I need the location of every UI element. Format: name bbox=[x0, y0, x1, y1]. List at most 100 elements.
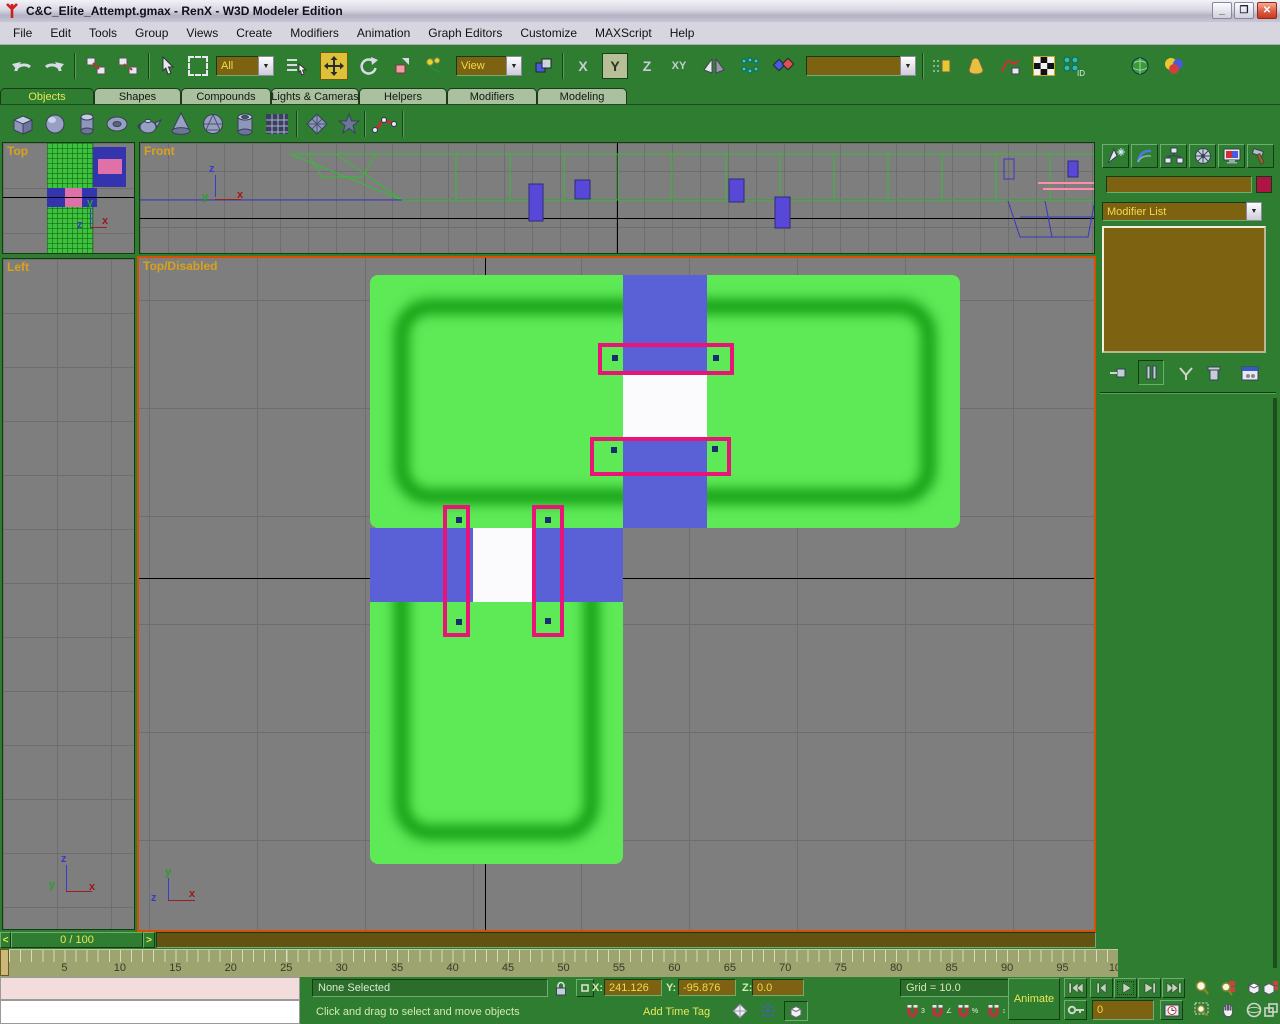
menu-help[interactable]: Help bbox=[661, 22, 704, 44]
track-view-icon[interactable] bbox=[962, 52, 990, 80]
cylinder-icon[interactable] bbox=[72, 109, 102, 139]
object-name-field[interactable] bbox=[1106, 176, 1252, 193]
axis-y-button[interactable]: Y bbox=[602, 53, 628, 79]
hierarchy-tab-icon[interactable] bbox=[1160, 144, 1187, 168]
chevron-down-icon[interactable]: ▼ bbox=[506, 56, 522, 76]
lock-selection-icon[interactable] bbox=[552, 979, 570, 997]
create-tab-icon[interactable] bbox=[1102, 144, 1129, 168]
tab-shapes[interactable]: Shapes bbox=[94, 88, 181, 104]
tab-modeling[interactable]: Modeling bbox=[537, 88, 627, 104]
viewport-top-label[interactable]: Top bbox=[7, 144, 28, 158]
close-button[interactable]: ✕ bbox=[1257, 2, 1277, 19]
chevron-down-icon[interactable]: ▼ bbox=[900, 56, 916, 76]
show-end-result-icon[interactable] bbox=[1138, 360, 1164, 385]
manipulate-icon[interactable] bbox=[420, 52, 448, 80]
play-button[interactable] bbox=[1114, 978, 1137, 998]
modifier-list-dropdown[interactable]: Modifier List ▼ bbox=[1102, 202, 1262, 221]
curve-editor-icon[interactable] bbox=[928, 52, 956, 80]
min-max-toggle-icon[interactable] bbox=[1262, 1000, 1280, 1020]
vertex[interactable] bbox=[612, 355, 618, 361]
box-icon[interactable] bbox=[8, 109, 38, 139]
menu-file[interactable]: File bbox=[4, 22, 41, 44]
teapot-icon[interactable] bbox=[134, 109, 164, 139]
chevron-down-icon[interactable]: ▼ bbox=[1246, 202, 1262, 221]
modify-tab-icon[interactable] bbox=[1131, 144, 1158, 168]
geosphere-icon[interactable] bbox=[198, 109, 228, 139]
time-slider[interactable]: 0 / 100 bbox=[11, 932, 143, 948]
time-config-icon[interactable] bbox=[1160, 1000, 1183, 1020]
ringwave-icon[interactable] bbox=[334, 109, 364, 139]
scale-icon[interactable] bbox=[388, 52, 416, 80]
material-editor-icon[interactable] bbox=[1030, 52, 1058, 80]
vertex[interactable] bbox=[712, 446, 718, 452]
menu-edit[interactable]: Edit bbox=[41, 22, 80, 44]
redo-icon[interactable] bbox=[40, 52, 68, 80]
sphere-icon[interactable] bbox=[40, 109, 70, 139]
tab-objects[interactable]: Objects bbox=[0, 88, 94, 104]
named-selection-dropdown[interactable]: ▼ bbox=[806, 56, 916, 76]
tab-compounds[interactable]: Compounds bbox=[181, 88, 271, 104]
axis-x-button[interactable]: X bbox=[570, 53, 596, 79]
set-key-icon[interactable] bbox=[1064, 1000, 1087, 1020]
track-bar-thumb[interactable] bbox=[0, 949, 9, 976]
tube-icon[interactable] bbox=[230, 109, 260, 139]
minimize-button[interactable]: _ bbox=[1212, 2, 1232, 19]
unlink-icon[interactable] bbox=[114, 52, 142, 80]
maxscript-listener-pink[interactable] bbox=[0, 977, 300, 1000]
viewport-front[interactable]: Front z y x bbox=[139, 142, 1095, 254]
restore-button[interactable]: ❐ bbox=[1234, 2, 1254, 19]
material-id-icon[interactable]: ID bbox=[1060, 52, 1088, 80]
move-icon[interactable] bbox=[320, 52, 348, 80]
schematic-view-icon[interactable] bbox=[996, 52, 1024, 80]
reference-coordinate-dropdown[interactable]: View ▼ bbox=[456, 56, 522, 76]
selection-rect[interactable] bbox=[443, 505, 470, 637]
selection-rect[interactable] bbox=[590, 437, 731, 476]
selection-filter-dropdown[interactable]: All ▼ bbox=[216, 56, 274, 76]
undo-icon[interactable] bbox=[8, 52, 36, 80]
chevron-down-icon[interactable]: ▼ bbox=[258, 56, 274, 76]
add-time-tag[interactable]: Add Time Tag bbox=[643, 1006, 710, 1018]
vertex[interactable] bbox=[713, 355, 719, 361]
go-to-end-button[interactable] bbox=[1162, 978, 1185, 998]
vertex[interactable] bbox=[545, 517, 551, 523]
tab-modifiers[interactable]: Modifiers bbox=[447, 88, 537, 104]
axis-xy-button[interactable]: XY bbox=[666, 53, 692, 79]
octahedron-icon[interactable] bbox=[728, 1001, 752, 1021]
road-white-section[interactable] bbox=[623, 374, 707, 438]
vertex[interactable] bbox=[456, 517, 462, 523]
object-color-swatch[interactable] bbox=[1256, 176, 1272, 193]
menu-group[interactable]: Group bbox=[126, 22, 177, 44]
menu-views[interactable]: Views bbox=[177, 22, 227, 44]
motion-tab-icon[interactable] bbox=[1189, 144, 1216, 168]
panel-scrollbar[interactable] bbox=[1273, 398, 1277, 968]
road-white-section[interactable] bbox=[473, 528, 533, 602]
modifier-stack[interactable] bbox=[1102, 226, 1266, 353]
bones-icon[interactable] bbox=[370, 109, 400, 139]
spinner-snap-icon[interactable]: ↕ bbox=[984, 1001, 1008, 1021]
cone-icon[interactable] bbox=[166, 109, 196, 139]
configure-modifier-sets-icon[interactable] bbox=[1238, 362, 1262, 384]
remove-modifier-icon[interactable] bbox=[1202, 362, 1226, 384]
time-slider-next[interactable]: > bbox=[143, 932, 155, 948]
zoom-extents-all-icon[interactable] bbox=[1262, 978, 1280, 998]
rotate-icon[interactable] bbox=[354, 52, 382, 80]
title-bar[interactable]: C&C_Elite_Attempt.gmax - RenX - W3D Mode… bbox=[0, 0, 1280, 23]
track-bar[interactable]: 5101520253035404550556065707580859095100 bbox=[0, 949, 1118, 977]
menu-customize[interactable]: Customize bbox=[511, 22, 586, 44]
select-link-icon[interactable] bbox=[82, 52, 110, 80]
viewport-top[interactable]: Top y z x bbox=[2, 142, 135, 254]
viewport-main-label[interactable]: Top/Disabled bbox=[143, 259, 217, 273]
time-slider-prev[interactable]: < bbox=[0, 932, 11, 948]
array-icon[interactable] bbox=[736, 52, 764, 80]
menu-graph-editors[interactable]: Graph Editors bbox=[419, 22, 511, 44]
sparkle-icon[interactable] bbox=[756, 1001, 780, 1021]
utilities-tab-icon[interactable] bbox=[1247, 144, 1274, 168]
angle-snap-icon[interactable]: ∠ bbox=[929, 1001, 953, 1021]
menu-create[interactable]: Create bbox=[227, 22, 281, 44]
menu-maxscript[interactable]: MAXScript bbox=[586, 22, 661, 44]
display-tab-icon[interactable] bbox=[1218, 144, 1245, 168]
time-slider-track[interactable] bbox=[156, 932, 1096, 948]
mirror-icon[interactable] bbox=[700, 52, 728, 80]
hedra-icon[interactable] bbox=[302, 109, 332, 139]
region-zoom-icon[interactable] bbox=[1190, 1000, 1213, 1020]
